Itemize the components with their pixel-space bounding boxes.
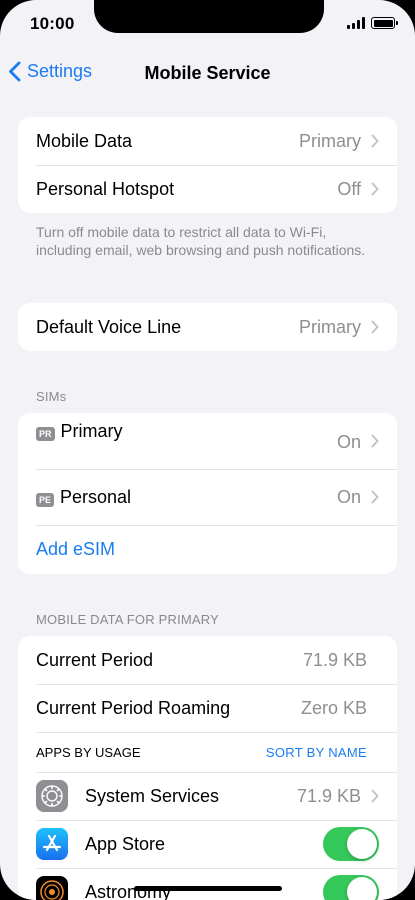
status-icons [347, 17, 398, 29]
mobile-data-label: Mobile Data [36, 130, 133, 151]
app-store-icon [36, 828, 68, 860]
add-esim-button[interactable]: Add eSIM [36, 539, 115, 560]
app-row-app-store: App Store [18, 820, 397, 868]
current-period-label: Current Period [36, 649, 154, 670]
chevron-right-icon [371, 182, 379, 196]
sim-personal-value: On [336, 486, 361, 507]
chevron-right-icon [371, 789, 379, 803]
sim-primary-value: On [336, 432, 361, 452]
mobile-data-group: Mobile Data Primary Personal Hotspot Off [18, 117, 397, 213]
astronomy-toggle[interactable] [323, 875, 379, 900]
chevron-right-icon [371, 320, 379, 334]
app-row-system-services[interactable]: System Services 71.9 KB [18, 772, 397, 820]
notch [94, 0, 324, 33]
apps-by-usage-label: APPS BY USAGE [36, 744, 141, 760]
current-period-roaming-row: Current Period Roaming Zero KB [18, 684, 397, 732]
page-title: Mobile Service [144, 63, 271, 83]
personal-hotspot-value: Off [337, 178, 361, 199]
sim-primary-label: Primary [60, 421, 123, 441]
default-voice-line-row[interactable]: Default Voice Line Primary [18, 303, 397, 351]
usage-group: Current Period 71.9 KB Current Period Ro… [18, 636, 397, 900]
astronomy-icon [36, 876, 68, 900]
sim-row-personal[interactable]: PE Personal On [18, 469, 397, 525]
gear-icon [36, 780, 68, 812]
apps-by-usage-header: APPS BY USAGE SORT BY NAME [18, 732, 397, 772]
chevron-right-icon [371, 490, 379, 504]
app-label-app-store: App Store [85, 833, 166, 854]
phone-screen: 10:00 Settings Mobile Service Mobile Dat… [0, 0, 415, 900]
personal-hotspot-label: Personal Hotspot [36, 178, 175, 199]
current-period-row: Current Period 71.9 KB [18, 636, 397, 684]
sim-badge-pe: PE [36, 492, 55, 507]
signal-icon [347, 17, 365, 29]
add-esim-row[interactable]: Add eSIM [18, 525, 397, 574]
battery-icon [371, 17, 398, 29]
app-value-system-services: 71.9 KB [296, 785, 361, 806]
usage-section-header: MOBILE DATA FOR PRIMARY [36, 612, 220, 627]
sim-row-primary[interactable]: PR Primary On [18, 413, 397, 469]
mobile-data-row[interactable]: Mobile Data Primary [18, 117, 397, 165]
current-period-roaming-value: Zero KB [300, 697, 367, 718]
home-indicator[interactable] [134, 886, 282, 891]
personal-hotspot-row[interactable]: Personal Hotspot Off [18, 165, 397, 213]
app-label-system-services: System Services [85, 785, 220, 806]
sims-section-header: SIMs [36, 389, 67, 404]
current-period-value: 71.9 KB [302, 649, 367, 670]
app-row-astronomy: Astronomy [18, 868, 397, 900]
status-time: 10:00 [30, 14, 75, 33]
sim-personal-label-wrap: PE Personal [36, 487, 131, 508]
current-period-roaming-label: Current Period Roaming [36, 697, 231, 718]
sort-by-name-button[interactable]: SORT BY NAME [266, 745, 367, 760]
sims-group: PR Primary On PE Personal On Add eSIM [18, 413, 397, 574]
mobile-data-value: Primary [299, 130, 361, 151]
chevron-right-icon [371, 134, 379, 148]
default-voice-line-value: Primary [299, 316, 361, 337]
sim-personal-label: Personal [60, 486, 132, 507]
app-store-toggle[interactable] [323, 827, 379, 861]
mobile-data-footnote: Turn off mobile data to restrict all dat… [36, 224, 366, 258]
voice-line-group: Default Voice Line Primary [18, 303, 397, 351]
sim-badge-pr: PR [36, 427, 55, 441]
default-voice-line-label: Default Voice Line [36, 316, 182, 337]
chevron-right-icon [371, 434, 379, 448]
sim-primary-label-wrap: PR Primary [36, 421, 123, 442]
navigation-bar: Settings Mobile Service [0, 52, 415, 96]
